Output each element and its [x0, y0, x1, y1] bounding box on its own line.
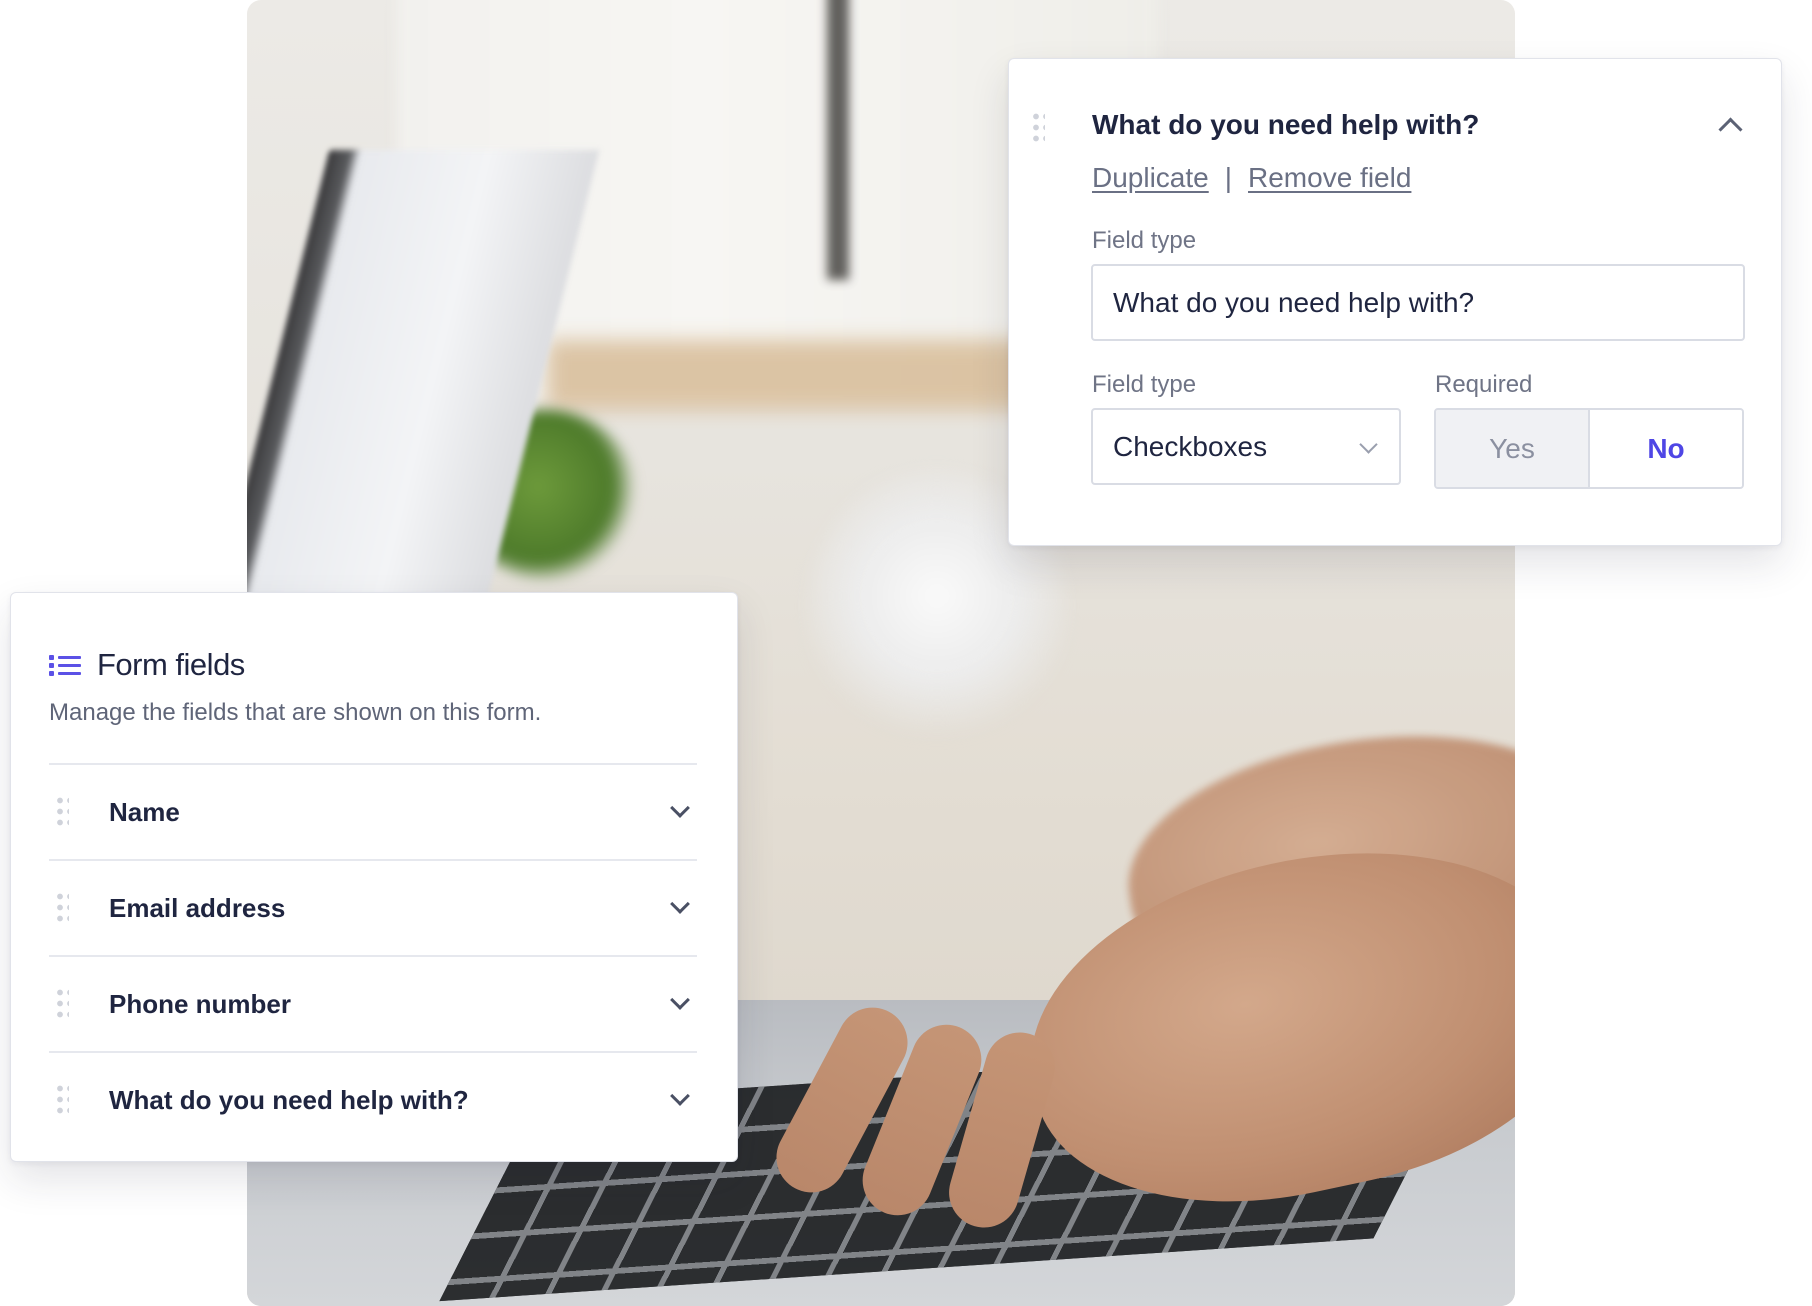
field-row-phone[interactable]: Phone number [49, 955, 697, 1053]
form-fields-description: Manage the fields that are shown on this… [49, 699, 542, 726]
drag-handle-icon[interactable] [55, 795, 69, 829]
required-toggle: Yes No [1434, 408, 1744, 489]
field-row-label: Email address [109, 893, 286, 923]
field-row-label: Phone number [109, 989, 292, 1019]
drag-handle-icon[interactable] [55, 1083, 69, 1117]
chevron-up-icon[interactable] [1718, 117, 1743, 142]
field-label-input[interactable]: What do you need help with? [1091, 264, 1745, 341]
field-type-value: Checkboxes [1113, 430, 1268, 462]
field-actions: Duplicate | Remove field [1092, 162, 1411, 194]
drag-handle-icon[interactable] [55, 891, 69, 925]
photo-window-frame [827, 0, 849, 280]
list-icon [49, 653, 81, 679]
drag-handle-icon[interactable] [55, 987, 69, 1021]
field-row-name[interactable]: Name [49, 763, 697, 861]
chevron-down-icon[interactable] [670, 894, 690, 914]
field-type-caption: Field type [1092, 371, 1197, 398]
field-editor-title: What do you need help with? [1092, 109, 1480, 140]
form-fields-heading: Form fields [97, 647, 245, 682]
field-row-label: What do you need help with? [109, 1085, 469, 1115]
drag-handle-icon[interactable] [1031, 111, 1045, 145]
field-label-value: What do you need help with? [1113, 286, 1475, 318]
action-separator: | [1224, 162, 1233, 193]
field-row-help[interactable]: What do you need help with? [49, 1051, 697, 1149]
field-row-label: Name [109, 797, 180, 827]
form-fields-card: Form fields Manage the fields that are s… [10, 592, 738, 1162]
duplicate-link[interactable]: Duplicate [1092, 162, 1209, 193]
required-no-option[interactable]: No [1590, 410, 1742, 487]
field-editor-card: What do you need help with? Duplicate | Re… [1008, 58, 1782, 546]
field-type-select[interactable]: Checkboxes [1091, 408, 1401, 485]
required-caption: Required [1435, 371, 1533, 398]
chevron-down-icon [1359, 435, 1378, 454]
chevron-down-icon[interactable] [670, 798, 690, 818]
chevron-down-icon[interactable] [670, 1086, 690, 1106]
remove-field-link[interactable]: Remove field [1248, 162, 1411, 193]
chevron-down-icon[interactable] [670, 990, 690, 1010]
field-label-caption: Field type [1092, 227, 1197, 254]
required-yes-option[interactable]: Yes [1436, 410, 1590, 487]
field-row-email[interactable]: Email address [49, 859, 697, 957]
